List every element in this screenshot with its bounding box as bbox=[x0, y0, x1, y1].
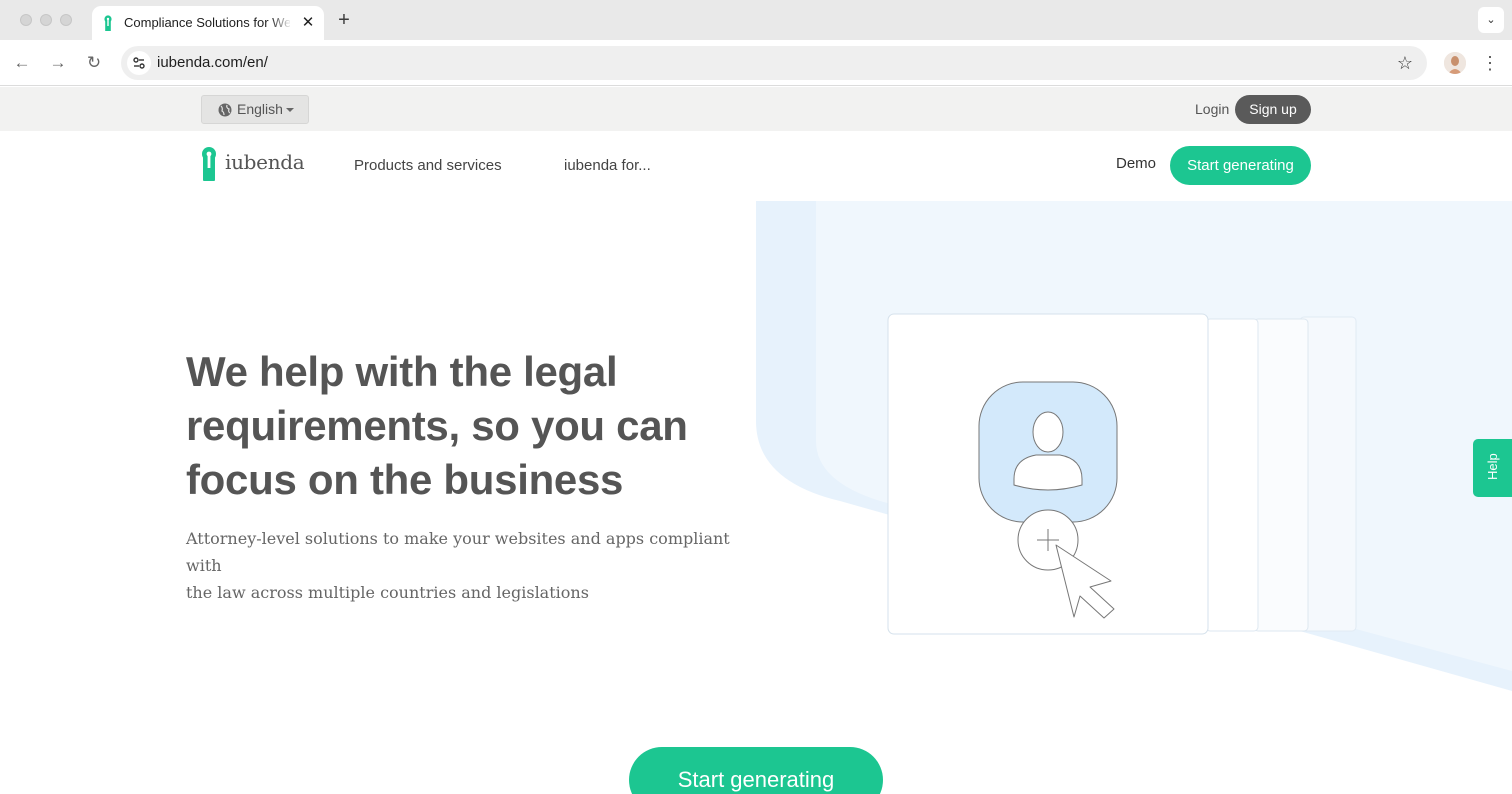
start-generating-hero-button[interactable]: Start generating bbox=[629, 747, 883, 794]
utility-bar: English Login Sign up bbox=[0, 87, 1512, 131]
main-navigation: iubenda Products and services iubenda fo… bbox=[0, 131, 1512, 201]
globe-icon bbox=[218, 103, 232, 117]
site-settings-icon[interactable] bbox=[127, 51, 151, 75]
logo-wordmark: iubenda bbox=[225, 150, 305, 174]
tab-search-chevron-icon[interactable]: ⌄ bbox=[1478, 7, 1504, 33]
login-link[interactable]: Login bbox=[1195, 100, 1229, 118]
hero-subheadline: Attorney-level solutions to make your we… bbox=[186, 525, 756, 606]
window-zoom-button[interactable] bbox=[60, 14, 72, 26]
tab-close-icon[interactable]: ✕ bbox=[298, 13, 318, 33]
add-user-illustration bbox=[887, 313, 1357, 635]
tab-title: Compliance Solutions for Websites and Ap… bbox=[124, 15, 290, 30]
iubenda-favicon-icon bbox=[104, 15, 112, 31]
nav-products-and-services[interactable]: Products and services bbox=[354, 157, 502, 175]
hero-subheadline-line: the law across multiple countries and le… bbox=[186, 583, 589, 602]
back-arrow-icon[interactable]: ← bbox=[10, 51, 34, 75]
bookmark-star-icon[interactable]: ☆ bbox=[1393, 51, 1417, 75]
demo-link[interactable]: Demo bbox=[1116, 155, 1156, 173]
browser-tab-active[interactable]: Compliance Solutions for Websites and Ap… bbox=[92, 6, 324, 40]
help-label: Help bbox=[1485, 453, 1500, 480]
tab-title-fade bbox=[270, 13, 292, 33]
window-close-button[interactable] bbox=[20, 14, 32, 26]
reload-icon[interactable]: ↻ bbox=[82, 51, 106, 75]
browser-menu-icon[interactable]: ⋮ bbox=[1480, 51, 1500, 75]
address-bar[interactable]: iubenda.com/en/ ☆ bbox=[121, 46, 1427, 80]
web-page: English Login Sign up iubenda Products a… bbox=[0, 87, 1512, 794]
language-selector[interactable]: English bbox=[201, 95, 309, 124]
nav-iubenda-for[interactable]: iubenda for... bbox=[564, 157, 651, 175]
start-generating-header-button[interactable]: Start generating bbox=[1170, 146, 1311, 185]
signup-button[interactable]: Sign up bbox=[1235, 95, 1311, 124]
forward-arrow-icon[interactable]: → bbox=[46, 51, 70, 75]
hero-headline: We help with the legal requirements, so … bbox=[186, 345, 746, 507]
profile-avatar[interactable] bbox=[1444, 52, 1466, 74]
caret-down-icon bbox=[286, 108, 294, 112]
new-tab-button[interactable]: + bbox=[334, 9, 354, 31]
hero-headline-line: We help with the legal bbox=[186, 348, 618, 395]
iubenda-logo[interactable]: iubenda bbox=[201, 146, 311, 182]
hero-headline-line: requirements, so you can bbox=[186, 402, 688, 449]
url-text[interactable]: iubenda.com/en/ bbox=[157, 54, 268, 72]
language-label: English bbox=[237, 101, 283, 117]
browser-tab-bar: Compliance Solutions for Websites and Ap… bbox=[0, 0, 1512, 40]
keyhole-logo-icon bbox=[202, 147, 216, 181]
help-tab-button[interactable]: Help bbox=[1473, 439, 1512, 497]
browser-toolbar: ← → ↻ iubenda.com/en/ ☆ ⋮ bbox=[0, 40, 1512, 86]
window-minimize-button[interactable] bbox=[40, 14, 52, 26]
hero-subheadline-line: Attorney-level solutions to make your we… bbox=[186, 529, 730, 575]
hero-headline-line: focus on the business bbox=[186, 456, 624, 503]
